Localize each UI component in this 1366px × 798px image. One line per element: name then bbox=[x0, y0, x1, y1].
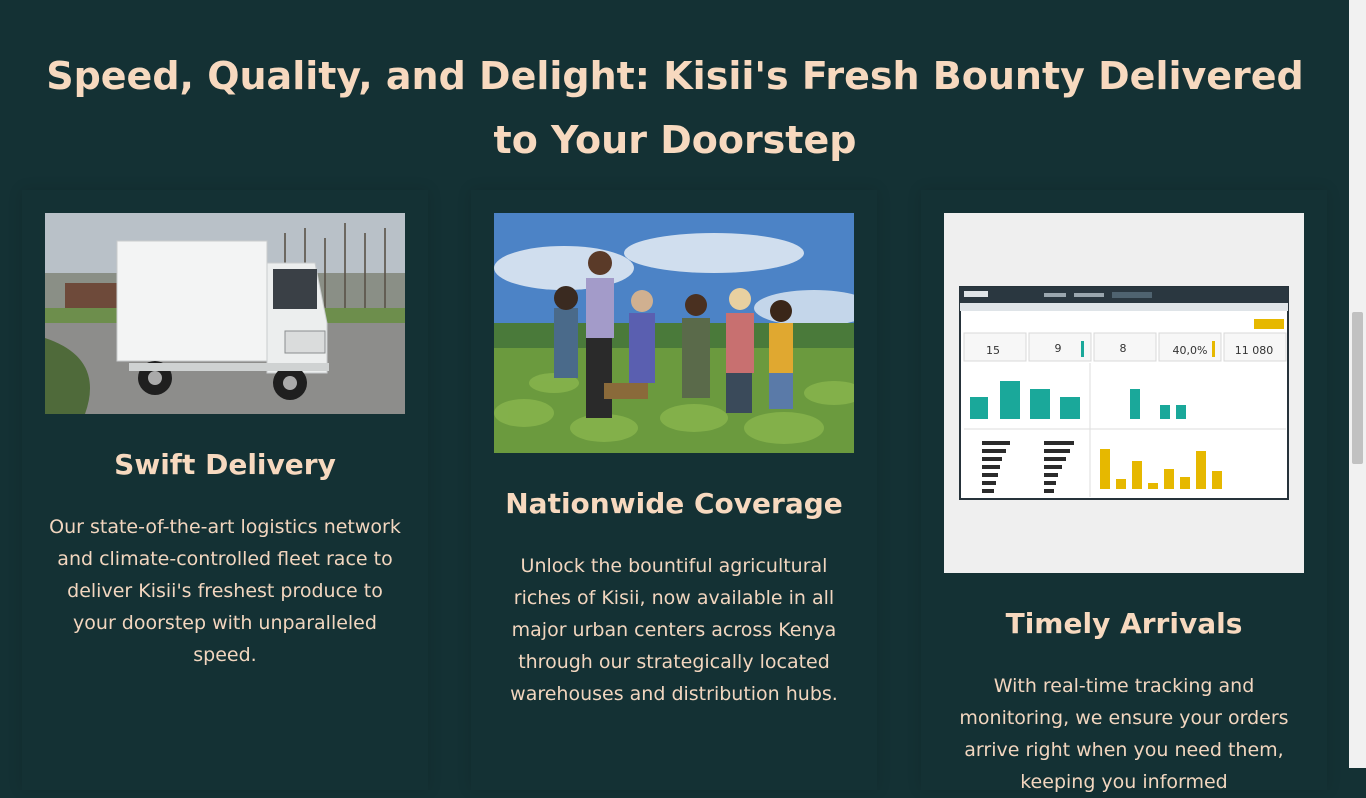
page: Speed, Quality, and Delight: Kisii's Fre… bbox=[0, 0, 1349, 793]
card-description: Our state-of-the-art logistics network a… bbox=[49, 516, 401, 666]
vertical-scrollbar[interactable] bbox=[1349, 0, 1366, 768]
card-description: Unlock the bountiful agricultural riches… bbox=[510, 555, 838, 705]
feature-card-swift-delivery: Swift Delivery Our state-of-the-art logi… bbox=[22, 190, 428, 790]
dashboard-kpi-1: 15 bbox=[986, 344, 1000, 357]
delivery-truck-image bbox=[45, 213, 405, 414]
scrollbar-thumb[interactable] bbox=[1352, 312, 1363, 464]
feature-card-timely-arrivals: 15 9 8 40,0% 11 080 Timely Arrivals With… bbox=[921, 190, 1327, 793]
feature-card-nationwide-coverage: Nationwide Coverage Unlock the bountiful… bbox=[471, 190, 877, 790]
dashboard-kpi-5: 11 080 bbox=[1235, 344, 1274, 357]
dashboard-kpi-3: 8 bbox=[1120, 342, 1127, 355]
dashboard-image: 15 9 8 40,0% 11 080 bbox=[944, 213, 1304, 573]
card-title: Nationwide Coverage bbox=[505, 487, 843, 520]
dashboard-kpi-2: 9 bbox=[1055, 342, 1062, 355]
card-title: Timely Arrivals bbox=[1005, 607, 1243, 640]
section-title: Speed, Quality, and Delight: Kisii's Fre… bbox=[46, 54, 1304, 162]
dashboard-kpi-4: 40,0% bbox=[1173, 344, 1208, 357]
card-title: Swift Delivery bbox=[114, 448, 336, 481]
card-description: With real-time tracking and monitoring, … bbox=[959, 675, 1289, 793]
farmers-field-image bbox=[494, 213, 854, 453]
